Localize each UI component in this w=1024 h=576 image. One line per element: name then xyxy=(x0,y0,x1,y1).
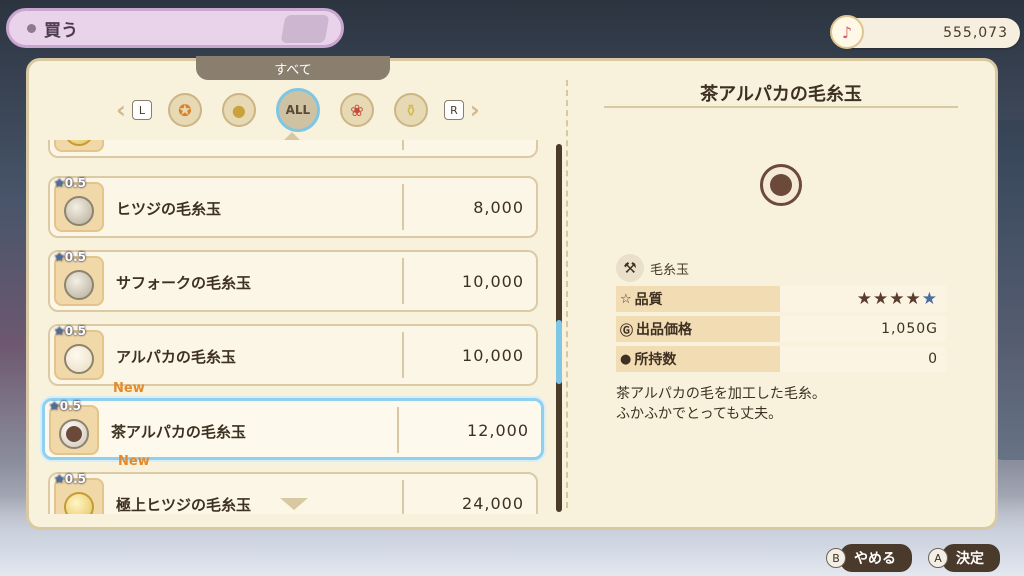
list-item[interactable]: ★0.5 サフォークの毛糸玉 10,000 xyxy=(48,250,538,312)
price-label: Ⓖ 出品価格 xyxy=(616,316,780,342)
rating-badge: ★0.5 xyxy=(54,324,87,338)
item-separator xyxy=(402,480,404,514)
item-name: 極上ヒツジの毛糸玉 xyxy=(116,496,252,514)
detail-title: 茶アルパカの毛糸玉 xyxy=(700,84,862,105)
confirm-label: 決定 xyxy=(942,544,1000,572)
title-dot-icon xyxy=(27,23,36,33)
rating-badge: ★0.5 xyxy=(54,176,87,190)
cancel-label: やめる xyxy=(840,544,912,572)
item-separator xyxy=(402,140,404,150)
list-scrollbar[interactable] xyxy=(556,144,562,512)
rating-badge: ★0.5 xyxy=(54,472,87,486)
l-button-icon[interactable]: L xyxy=(131,100,152,120)
cancel-button[interactable]: B やめる xyxy=(826,544,912,572)
category-all-button[interactable]: ALL xyxy=(275,88,320,132)
money-icon: ♪ xyxy=(830,15,864,49)
list-item[interactable] xyxy=(48,140,538,158)
list-item[interactable]: ★0.5 ヒツジの毛糸玉 8,000 xyxy=(48,176,538,238)
new-badge: New xyxy=(118,454,150,469)
category-bar: ‹ L ✪ ● ALL ❀ ⚱ R › xyxy=(116,88,480,132)
item-thumbnail xyxy=(54,140,104,152)
confirm-button[interactable]: A 決定 xyxy=(928,544,1000,572)
item-name: ヒツジの毛糸玉 xyxy=(116,200,222,218)
a-button-icon: A xyxy=(928,548,948,568)
gold-yarn-icon xyxy=(64,492,94,514)
brown-yarn-large-icon xyxy=(760,164,802,206)
bag-icon: ● xyxy=(620,351,632,367)
shop-title-tab: 買う xyxy=(6,8,344,48)
rating-badge: ★0.5 xyxy=(49,399,82,413)
quality-row: ☆ 品質 ★★★★★ xyxy=(616,286,946,312)
category-coin-icon[interactable]: ● xyxy=(221,93,256,127)
yarn-ball-icon xyxy=(64,344,94,374)
item-price: 8,000 xyxy=(473,198,524,217)
category-text: 毛糸玉 xyxy=(650,262,690,278)
footer-controls: B やめる A 決定 xyxy=(810,544,1000,572)
category-star-coin-icon[interactable]: ✪ xyxy=(167,93,202,127)
item-price: 10,000 xyxy=(462,346,524,365)
item-price: 12,000 xyxy=(467,421,529,440)
star-outline-icon: ☆ xyxy=(620,291,632,307)
item-description: 茶アルパカの毛を加工した毛糸。 ふかふかでとっても丈夫。 xyxy=(616,386,826,422)
item-name: 茶アルパカの毛糸玉 xyxy=(111,423,246,441)
item-price: 10,000 xyxy=(462,272,524,291)
new-badge: New xyxy=(113,381,145,396)
rating-badge: ★0.5 xyxy=(54,250,87,264)
quality-label: ☆ 品質 xyxy=(616,286,780,312)
item-separator xyxy=(397,407,399,453)
money-display: ♪ 555,073 xyxy=(830,15,1020,49)
item-name: アルパカの毛糸玉 xyxy=(116,348,236,366)
category-bottle-icon[interactable]: ⚱ xyxy=(393,93,428,127)
tools-icon: ⚒ xyxy=(616,254,644,282)
category-prev-arrow-icon[interactable]: ‹ xyxy=(116,96,126,124)
quality-stars: ★★★★★ xyxy=(780,286,946,312)
price-value: 1,050G xyxy=(780,316,946,342)
r-button-icon[interactable]: R xyxy=(443,100,464,120)
page-title: 買う xyxy=(44,20,78,41)
list-item-selected[interactable]: New ★0.5 茶アルパカの毛糸玉 12,000 xyxy=(42,381,544,460)
price-row: Ⓖ 出品価格 1,050G xyxy=(616,316,946,342)
owned-row: ● 所持数 0 xyxy=(616,346,946,372)
category-next-arrow-icon[interactable]: › xyxy=(470,96,480,124)
gold-coin-icon: Ⓖ xyxy=(620,323,634,339)
panel-divider xyxy=(566,80,568,508)
item-separator xyxy=(402,332,404,378)
yarn-ball-icon xyxy=(64,270,94,300)
owned-label: ● 所持数 xyxy=(616,346,780,372)
scrollbar-thumb[interactable] xyxy=(556,320,562,384)
b-button-icon: B xyxy=(826,548,846,568)
item-list: ★0.5 ヒツジの毛糸玉 8,000 ★0.5 サフォークの毛糸玉 10,000… xyxy=(40,140,548,514)
cash-register-icon xyxy=(280,15,330,43)
detail-underline xyxy=(604,106,958,108)
scroll-down-arrow-icon[interactable] xyxy=(280,498,308,510)
yarn-ball-icon xyxy=(64,196,94,226)
category-name-tab: すべて xyxy=(196,56,390,80)
item-separator xyxy=(402,184,404,230)
item-price: 24,000 xyxy=(462,494,524,513)
item-separator xyxy=(402,258,404,304)
brown-yarn-icon xyxy=(59,419,89,449)
category-bag-icon[interactable]: ❀ xyxy=(339,93,374,127)
item-category: ⚒ 毛糸玉 xyxy=(616,254,689,282)
owned-value: 0 xyxy=(780,346,946,372)
list-item[interactable]: ★0.5 アルパカの毛糸玉 10,000 xyxy=(48,324,538,386)
item-name: サフォークの毛糸玉 xyxy=(116,274,252,292)
money-value: 555,073 xyxy=(943,25,1008,41)
gold-yarn-icon xyxy=(64,140,94,146)
